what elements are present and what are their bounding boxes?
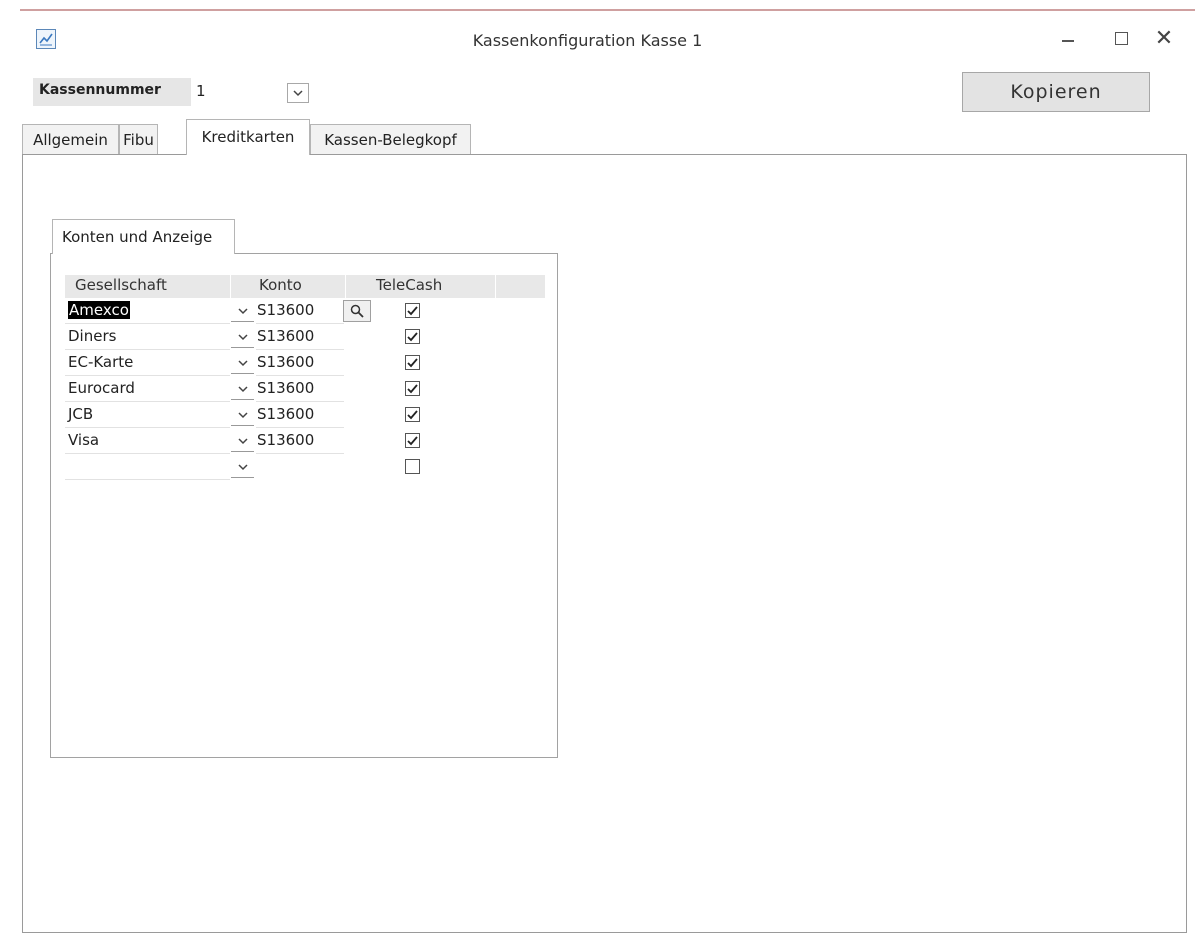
gesellschaft-cell[interactable]: Visa (65, 429, 230, 454)
kassennummer-value[interactable]: 1 (196, 82, 206, 100)
chevron-down-icon (237, 385, 248, 392)
column-header-gesellschaft[interactable]: Gesellschaft (75, 276, 167, 294)
maximize-icon[interactable] (1103, 23, 1139, 53)
tab-konten-und-anzeige[interactable]: Konten und Anzeige (52, 219, 235, 254)
gesellschaft-cell[interactable]: Eurocard (65, 377, 230, 402)
gesellschaft-dropdown-button[interactable] (231, 301, 254, 322)
konto-cell[interactable]: S13600 (256, 403, 344, 428)
table-row[interactable] (65, 455, 420, 481)
telecash-checkbox[interactable] (405, 329, 420, 344)
checkmark-icon (407, 383, 418, 393)
telecash-checkbox[interactable] (405, 303, 420, 318)
konto-cell[interactable]: S13600 (256, 351, 344, 376)
chevron-down-icon (237, 437, 248, 444)
gesellschaft-dropdown-button[interactable] (231, 379, 254, 400)
gesellschaft-cell[interactable]: EC-Karte (65, 351, 230, 376)
close-icon[interactable]: ✕ (1146, 23, 1182, 53)
telecash-checkbox[interactable] (405, 459, 420, 474)
checkmark-icon (407, 435, 418, 445)
checkmark-icon (407, 331, 418, 341)
telecash-checkbox[interactable] (405, 381, 420, 396)
tab-fibu[interactable]: Fibu (119, 124, 158, 154)
gesellschaft-text: Amexco (68, 301, 130, 319)
gesellschaft-dropdown-button[interactable] (231, 327, 254, 348)
gesellschaft-dropdown-button[interactable] (231, 457, 254, 478)
kassennummer-dropdown-button[interactable] (287, 83, 309, 103)
chevron-down-icon (237, 411, 248, 418)
gesellschaft-cell[interactable]: Amexco (65, 299, 230, 324)
copy-button[interactable]: Kopieren (962, 72, 1150, 112)
konto-search-button[interactable] (343, 300, 371, 322)
gesellschaft-cell[interactable] (65, 455, 230, 480)
table-row[interactable]: JCB S13600 (65, 403, 420, 429)
chevron-down-icon (237, 463, 248, 470)
column-separator (495, 275, 496, 298)
minimize-icon[interactable] (1050, 23, 1086, 53)
column-separator (230, 275, 231, 298)
telecash-checkbox[interactable] (405, 433, 420, 448)
table-row[interactable]: EC-Karte S13600 (65, 351, 420, 377)
telecash-checkbox[interactable] (405, 355, 420, 370)
table-row[interactable]: Amexco S13600 (65, 299, 420, 325)
chevron-down-icon (293, 89, 303, 96)
chevron-down-icon (237, 359, 248, 366)
checkmark-icon (407, 357, 418, 367)
tab-kreditkarten[interactable]: Kreditkarten (186, 119, 310, 155)
search-icon (350, 304, 364, 318)
gesellschaft-text: EC-Karte (68, 353, 134, 371)
konto-cell[interactable]: S13600 (256, 299, 344, 324)
konto-cell[interactable]: S13600 (256, 325, 344, 350)
chevron-down-icon (237, 333, 248, 340)
title-bar[interactable]: Kassenkonfiguration Kasse 1 ✕ (20, 11, 1195, 67)
kassennummer-label: Kassennummer (33, 78, 191, 106)
tab-kassen-belegkopf[interactable]: Kassen-Belegkopf (310, 124, 471, 154)
gesellschaft-text: Diners (68, 327, 117, 345)
grid-header: Gesellschaft Konto TeleCash (65, 275, 545, 298)
checkmark-icon (407, 305, 418, 315)
column-separator (345, 275, 346, 298)
column-header-konto[interactable]: Konto (259, 276, 302, 294)
gesellschaft-dropdown-button[interactable] (231, 353, 254, 374)
tab-allgemein[interactable]: Allgemein (22, 124, 119, 154)
gesellschaft-cell[interactable]: JCB (65, 403, 230, 428)
gesellschaft-dropdown-button[interactable] (231, 405, 254, 426)
gesellschaft-text: Eurocard (68, 379, 135, 397)
konto-cell[interactable]: S13600 (256, 377, 344, 402)
konto-cell[interactable]: S13600 (256, 429, 344, 454)
table-row[interactable]: Visa S13600 (65, 429, 420, 455)
window-title: Kassenkonfiguration Kasse 1 (472, 31, 703, 50)
config-window: Kassenkonfiguration Kasse 1 ✕ Kassennumm… (0, 0, 1195, 942)
gesellschaft-text: Visa (68, 431, 100, 449)
column-header-telecash[interactable]: TeleCash (376, 276, 442, 294)
gesellschaft-text: JCB (68, 405, 94, 423)
gesellschaft-cell[interactable]: Diners (65, 325, 230, 350)
table-row[interactable]: Diners S13600 (65, 325, 420, 351)
telecash-checkbox[interactable] (405, 407, 420, 422)
gesellschaft-dropdown-button[interactable] (231, 431, 254, 452)
table-row[interactable]: Eurocard S13600 (65, 377, 420, 403)
chevron-down-icon (237, 307, 248, 314)
checkmark-icon (407, 409, 418, 419)
